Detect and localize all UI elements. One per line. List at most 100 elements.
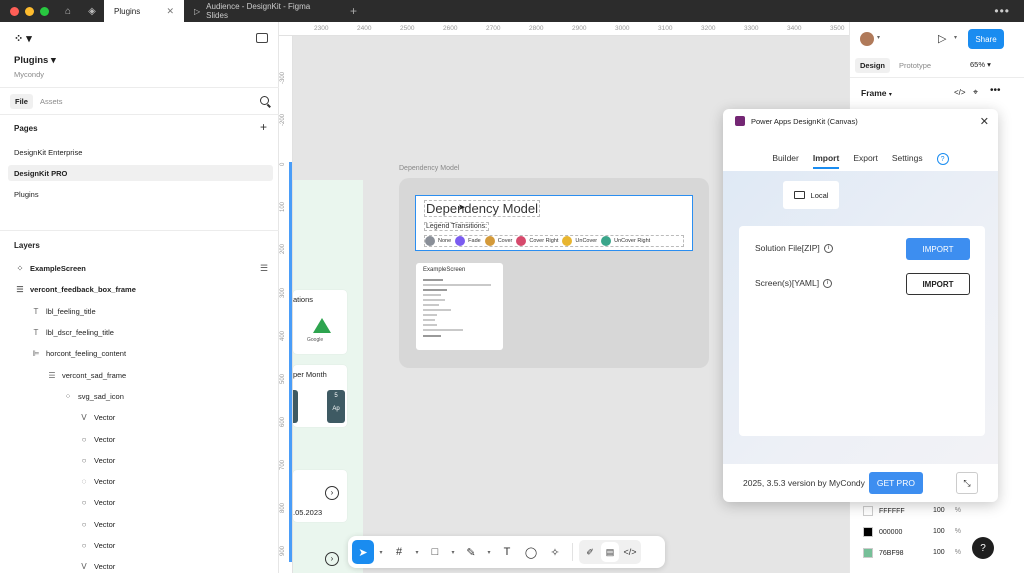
layer-row[interactable]: Tlbl_feeling_title — [32, 304, 96, 318]
fill-opacity-value: 100 — [933, 507, 945, 514]
layer-row[interactable]: ☰ vercont_feedback_box_frame — [16, 282, 135, 296]
chevron-down-icon[interactable]: ▾ — [954, 34, 957, 41]
avatar[interactable] — [860, 32, 874, 46]
pages-title: Pages — [14, 124, 38, 133]
frame-icon: ☰ — [16, 284, 24, 294]
toggle-panel-icon[interactable] — [256, 33, 268, 43]
text-line — [423, 289, 447, 291]
community-icon[interactable]: ◈ — [80, 0, 104, 22]
frame-selector[interactable]: Frame ▾ — [861, 88, 892, 98]
ruler-tick: 3500 — [830, 25, 845, 32]
help-button[interactable]: ? — [972, 537, 994, 559]
share-button[interactable]: Share — [968, 29, 1004, 49]
page-item[interactable]: DesignKit Enterprise — [8, 144, 273, 160]
tab-prototype[interactable]: Prototype — [894, 58, 936, 73]
tab-file[interactable]: File — [10, 94, 33, 109]
fill-opacity[interactable]: 100% — [933, 507, 961, 514]
component-icon[interactable]: ⌖ — [973, 87, 978, 98]
integrations-card[interactable]: ations Google — [293, 290, 347, 354]
tab-export[interactable]: Export — [853, 153, 878, 167]
fill-row[interactable]: 76BF98 — [863, 548, 904, 558]
fill-row[interactable]: 000000 — [863, 527, 902, 537]
color-swatch[interactable] — [863, 527, 873, 537]
tab-design[interactable]: Design — [855, 58, 891, 73]
import-yaml-button[interactable]: IMPORT — [906, 273, 970, 295]
tab-settings[interactable]: Settings — [892, 153, 923, 167]
comment-tool-icon[interactable]: ◯ — [520, 540, 542, 564]
date-card[interactable]: › .05.2023 — [293, 470, 347, 522]
frame-tool-icon[interactable]: # — [388, 540, 410, 564]
fill-opacity[interactable]: 100% — [933, 549, 961, 556]
dependency-model-box[interactable]: Dependency Model ➤ Legend Transitions: N… — [415, 195, 693, 251]
chevron-down-icon[interactable]: ▾ — [412, 540, 422, 564]
layer-row[interactable]: ○ Vector — [80, 495, 116, 509]
move-tool-icon[interactable]: ➤ — [352, 540, 374, 564]
page-item-selected[interactable]: DesignKit PRO — [8, 165, 273, 181]
more-icon[interactable]: ••• — [994, 4, 1010, 18]
chevron-right-icon[interactable]: › — [325, 552, 339, 566]
layer-row[interactable]: ○ Vector — [80, 432, 116, 446]
layer-row[interactable]: ☰ vercont_sad_frame — [48, 368, 126, 382]
present-icon[interactable]: ▷ — [938, 32, 946, 45]
tab-import[interactable]: Import — [813, 153, 839, 167]
fill-opacity[interactable]: 100% — [933, 528, 961, 535]
more-icon[interactable]: ••• — [990, 85, 1001, 96]
layer-row[interactable]: Tlbl_dscr_feeling_title — [32, 325, 114, 339]
layer-row[interactable]: ᐯ Vector — [80, 410, 115, 424]
dependency-title[interactable]: Dependency Model — [424, 200, 541, 217]
chevron-down-icon[interactable]: ▾ — [877, 34, 880, 41]
tab-audience[interactable]: ▷ Audience - DesignKit - Figma Slides — [184, 0, 344, 22]
plugin-tabs: Builder Import Export Settings ? — [723, 153, 998, 167]
layers-list-icon[interactable]: ☰ — [260, 263, 268, 274]
example-screen-card[interactable]: ExampleScreen — [416, 263, 503, 350]
figma-menu-icon[interactable]: ⁘ ▾ — [14, 32, 32, 45]
layer-row[interactable]: ○ Vector — [80, 453, 116, 467]
layer-row[interactable]: ⊫ horcont_feeling_content — [32, 346, 127, 360]
new-tab-icon[interactable]: + — [350, 4, 357, 18]
chevron-right-icon[interactable]: › — [325, 486, 339, 500]
code-icon[interactable]: </> — [954, 88, 966, 97]
import-zip-button[interactable]: IMPORT — [906, 238, 970, 260]
maximize-window-button[interactable] — [40, 6, 49, 16]
file-name[interactable]: Plugins ▾ — [14, 55, 56, 66]
collapse-icon[interactable]: ⤡ — [956, 472, 978, 494]
chevron-down-icon[interactable]: ▾ — [484, 540, 494, 564]
ruler-tick: 100 — [280, 201, 286, 212]
zoom-level[interactable]: 65% ▾ — [970, 60, 991, 69]
close-icon[interactable]: ✕ — [980, 115, 989, 128]
month-card[interactable]: per Month 5 Ap — [293, 365, 347, 427]
layer-row[interactable]: ◌ Vector — [80, 474, 116, 488]
color-swatch[interactable] — [863, 548, 873, 558]
search-icon[interactable] — [260, 96, 269, 105]
actions-tool-icon[interactable]: ✧ — [544, 540, 566, 564]
layer-row[interactable]: ⁘ svg_sad_icon — [64, 389, 124, 403]
pen-tool-icon[interactable]: ✎ — [460, 540, 482, 564]
layer-row[interactable]: ○ Vector — [80, 517, 116, 531]
close-tab-icon[interactable]: ✕ — [166, 6, 174, 17]
dev-mode-icon[interactable]: </> — [621, 542, 639, 562]
fill-row[interactable]: FFFFFF — [863, 506, 905, 516]
design-mode-icon[interactable]: ▤ — [601, 542, 619, 562]
info-icon[interactable]: i — [823, 243, 833, 253]
info-icon[interactable]: i — [823, 278, 833, 288]
layer-row[interactable]: ⁘ ExampleScreen — [16, 261, 86, 275]
layer-row[interactable]: ᐯ Vector — [80, 559, 115, 573]
add-page-icon[interactable]: + — [260, 120, 267, 134]
help-icon[interactable]: ? — [936, 153, 949, 165]
tab-plugins[interactable]: Plugins ✕ — [104, 0, 184, 22]
chevron-down-icon[interactable]: ▾ — [376, 540, 386, 564]
tab-assets[interactable]: Assets — [35, 94, 68, 109]
page-item[interactable]: Plugins — [8, 186, 273, 202]
color-swatch[interactable] — [863, 506, 873, 516]
local-button[interactable]: Local — [783, 181, 839, 209]
close-window-button[interactable] — [10, 6, 19, 16]
get-pro-button[interactable]: GET PRO — [868, 472, 923, 494]
home-icon[interactable]: ⌂ — [56, 0, 80, 22]
text-tool-icon[interactable]: T — [496, 540, 518, 564]
minimize-window-button[interactable] — [25, 6, 34, 16]
chevron-down-icon[interactable]: ▾ — [448, 540, 458, 564]
tab-builder[interactable]: Builder — [772, 153, 798, 167]
shape-tool-icon[interactable]: □ — [424, 540, 446, 564]
draw-mode-icon[interactable]: ✐ — [581, 542, 599, 562]
layer-row[interactable]: ○ Vector — [80, 538, 116, 552]
